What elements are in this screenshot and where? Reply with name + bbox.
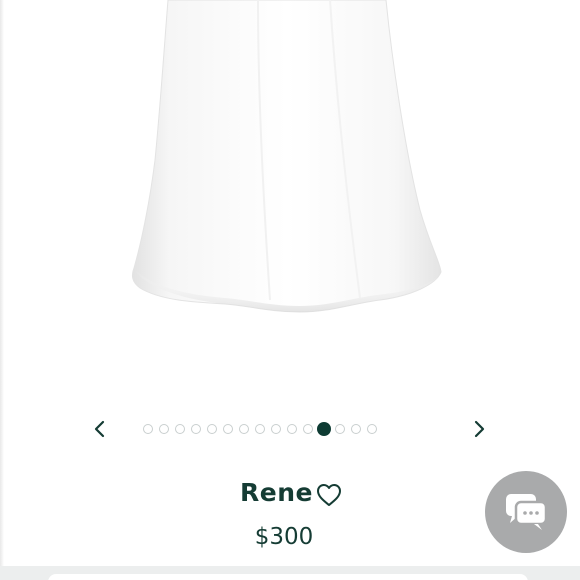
image-carousel-controls [0,412,580,446]
product-name: Rene [240,478,313,507]
bottom-sheet-edge [48,574,528,580]
carousel-dot[interactable] [367,424,377,434]
carousel-dot[interactable] [207,424,217,434]
carousel-dot[interactable] [303,424,313,434]
chevron-left-icon [94,420,105,438]
carousel-dot[interactable] [335,424,345,434]
carousel-dot-active[interactable] [317,422,331,436]
carousel-dot[interactable] [271,424,281,434]
carousel-dot[interactable] [239,424,249,434]
product-page: Rene $300 [0,0,580,580]
heart-outline-icon [317,484,341,506]
next-image-button[interactable] [462,412,496,446]
carousel-dot[interactable] [255,424,265,434]
carousel-dot[interactable] [191,424,201,434]
carousel-dot[interactable] [223,424,233,434]
product-price: $300 [254,524,314,550]
chevron-right-icon [474,420,485,438]
chat-bubble-icon [506,494,548,530]
carousel-dot[interactable] [159,424,169,434]
product-image[interactable] [0,0,580,400]
chat-button[interactable] [485,471,567,553]
carousel-dot[interactable] [175,424,185,434]
carousel-dot[interactable] [351,424,361,434]
previous-image-button[interactable] [83,412,117,446]
carousel-dots [143,422,377,436]
dress-skirt [131,0,442,313]
carousel-dot[interactable] [287,424,297,434]
carousel-dot[interactable] [143,424,153,434]
favorite-button[interactable] [315,482,343,508]
